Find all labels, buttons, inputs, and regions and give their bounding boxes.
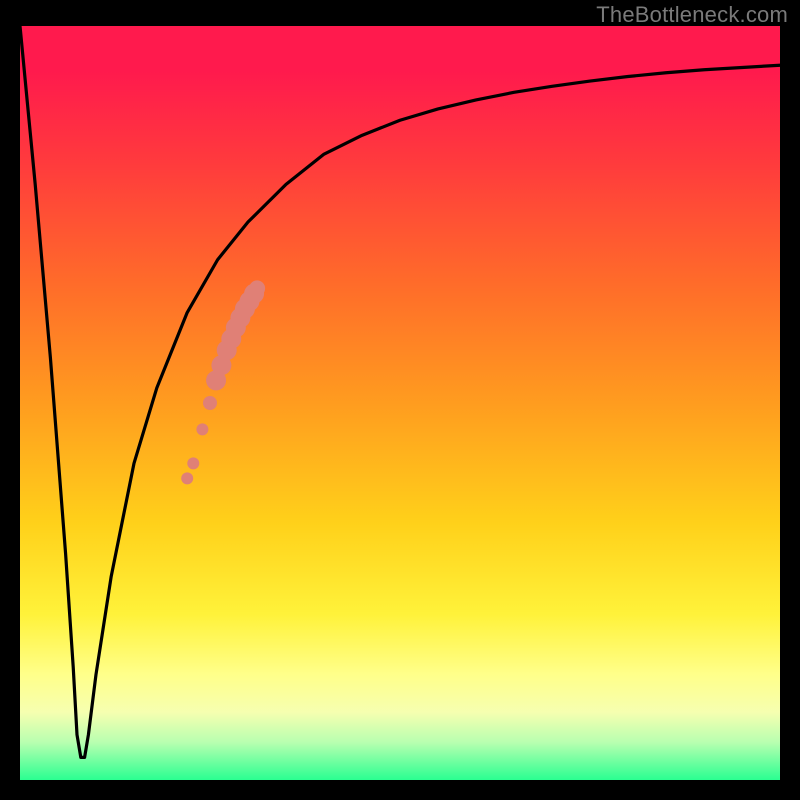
marker-dot [187, 457, 199, 469]
attribution-label: TheBottleneck.com [596, 2, 788, 28]
marker-dot [181, 472, 193, 484]
plot-area [20, 26, 780, 780]
bottleneck-curve [20, 26, 780, 757]
marker-dot [249, 280, 265, 296]
chart-frame: TheBottleneck.com [0, 0, 800, 800]
marker-dot [203, 396, 217, 410]
highlighted-markers [181, 280, 265, 484]
curve-svg [20, 26, 780, 780]
marker-dot [196, 423, 208, 435]
